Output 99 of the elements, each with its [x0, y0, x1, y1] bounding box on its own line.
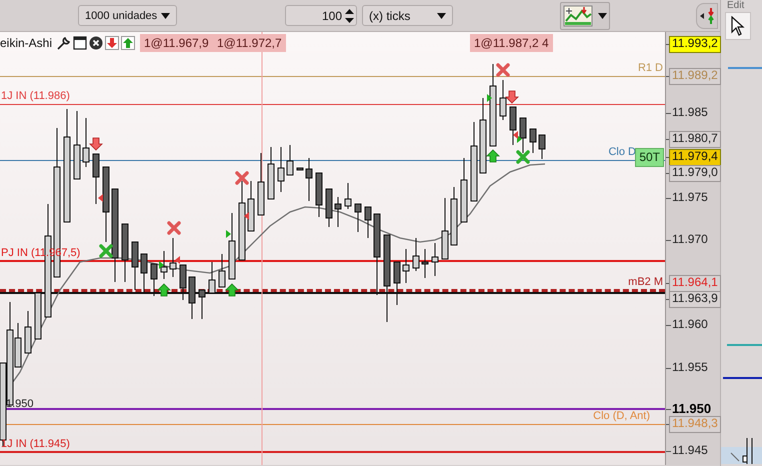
candle: [510, 106, 516, 146]
price-axis-label: 11.963,9: [669, 291, 721, 308]
triangle-icon: [98, 194, 103, 202]
line-label: Clo D: [608, 146, 636, 159]
cross-icon: [99, 244, 113, 258]
line-label: R1 D: [638, 62, 663, 75]
candle: [394, 262, 400, 306]
candle: [460, 158, 468, 222]
candle: [228, 212, 236, 280]
price-axis-label: 11.970: [672, 232, 708, 247]
candle: [278, 146, 284, 192]
candle: [344, 182, 352, 210]
arrows-button[interactable]: [696, 2, 718, 28]
down-arrow-icon: [89, 138, 103, 151]
price-axis-label: 11.980,7: [669, 131, 721, 148]
price-axis-label: 11.989,2: [669, 68, 721, 85]
candle: [24, 310, 32, 354]
candle: [122, 224, 128, 282]
wrench-icon[interactable]: [56, 36, 72, 50]
up-arrow-icon: [486, 149, 500, 162]
triangle-icon: [226, 230, 231, 238]
candle: [334, 196, 342, 228]
price-label: 1.950: [6, 398, 34, 410]
candle: [34, 292, 42, 340]
candle: [354, 204, 362, 232]
panel-title: Edit: [726, 0, 744, 11]
price-axis-label: 11.960: [672, 317, 708, 332]
pointer-icon[interactable]: [725, 12, 751, 40]
candle: [432, 242, 438, 276]
candle: [170, 238, 176, 278]
line-label: 1J IN (11.986): [1, 90, 70, 103]
candle: [326, 188, 332, 228]
price-axis-label: 11.979,4: [669, 149, 721, 166]
window-icon[interactable]: [73, 36, 88, 50]
price-axis-label: 11.945: [672, 443, 708, 458]
order-tag: 1@11.987,2 4: [470, 34, 553, 52]
candle: [500, 80, 506, 120]
cross-icon: [516, 150, 530, 164]
candle: [92, 154, 100, 204]
up-arrow-icon[interactable]: [121, 36, 136, 50]
line-label: mB2 M: [628, 276, 663, 289]
spin-arrows-icon: [345, 8, 354, 24]
candle: [248, 180, 254, 232]
cross-icon: [496, 63, 510, 77]
candle: [180, 264, 186, 300]
price-axis-label: 11.955: [672, 360, 708, 375]
candle: [530, 128, 536, 154]
candle: [520, 118, 526, 154]
triangle-icon: [175, 256, 180, 264]
line-label: Clo (D, Ant): [593, 410, 650, 423]
candle: [132, 242, 138, 290]
candle: [296, 168, 304, 170]
candle: [208, 262, 216, 294]
cross-icon: [167, 221, 181, 235]
candle: [198, 290, 206, 320]
chart-type-label: eikin-Ashi: [0, 36, 52, 50]
triangle-icon: [244, 212, 249, 220]
position-tag: 50T: [635, 148, 664, 167]
price-axis-label: 11.979,0: [669, 165, 721, 182]
candle: [268, 146, 274, 200]
candle: [74, 110, 80, 180]
candle: [188, 276, 196, 320]
interval-spinner[interactable]: 100: [285, 5, 357, 26]
candle: [150, 264, 158, 296]
candle: [82, 118, 90, 168]
up-arrow-icon: [157, 283, 171, 296]
candle: [412, 238, 420, 272]
line-label: 1J IN (11.945): [1, 438, 70, 451]
price-axis-label: 11.950: [672, 401, 712, 416]
price-axis-label: 11.948,3: [669, 416, 721, 433]
interval-unit-dropdown[interactable]: (x) ticks: [362, 5, 453, 26]
close-icon[interactable]: [89, 36, 104, 50]
price-axis-label: 11.964,1: [669, 275, 721, 292]
order-tag: 1@11.967,9: [140, 34, 213, 52]
quantity-dropdown[interactable]: 1000 unidades: [78, 5, 177, 26]
triangle-icon: [487, 94, 492, 102]
chart-strategy-button[interactable]: [561, 4, 595, 28]
down-arrow-icon[interactable]: [105, 36, 120, 50]
price-axis-label: 11.975: [672, 190, 708, 205]
triangle-icon: [159, 261, 164, 269]
candle: [422, 248, 428, 278]
down-arrow-icon: [505, 90, 519, 104]
price-axis-label: 11.985: [672, 105, 708, 120]
candle: [306, 158, 312, 202]
candle: [402, 248, 410, 284]
candle: [316, 172, 322, 218]
candle: [364, 206, 372, 238]
candle: [442, 198, 448, 260]
up-arrow-icon: [225, 283, 239, 296]
candle: [140, 254, 148, 292]
price-axis-label: 11.993,2: [669, 36, 721, 53]
candle: [450, 186, 458, 246]
candle: [160, 250, 168, 280]
candle: [218, 254, 226, 288]
candle: [286, 144, 294, 176]
cross-icon: [235, 171, 249, 185]
candle: [258, 152, 264, 216]
order-tag: 1@11.972,7: [213, 34, 286, 52]
candle: [538, 134, 546, 160]
